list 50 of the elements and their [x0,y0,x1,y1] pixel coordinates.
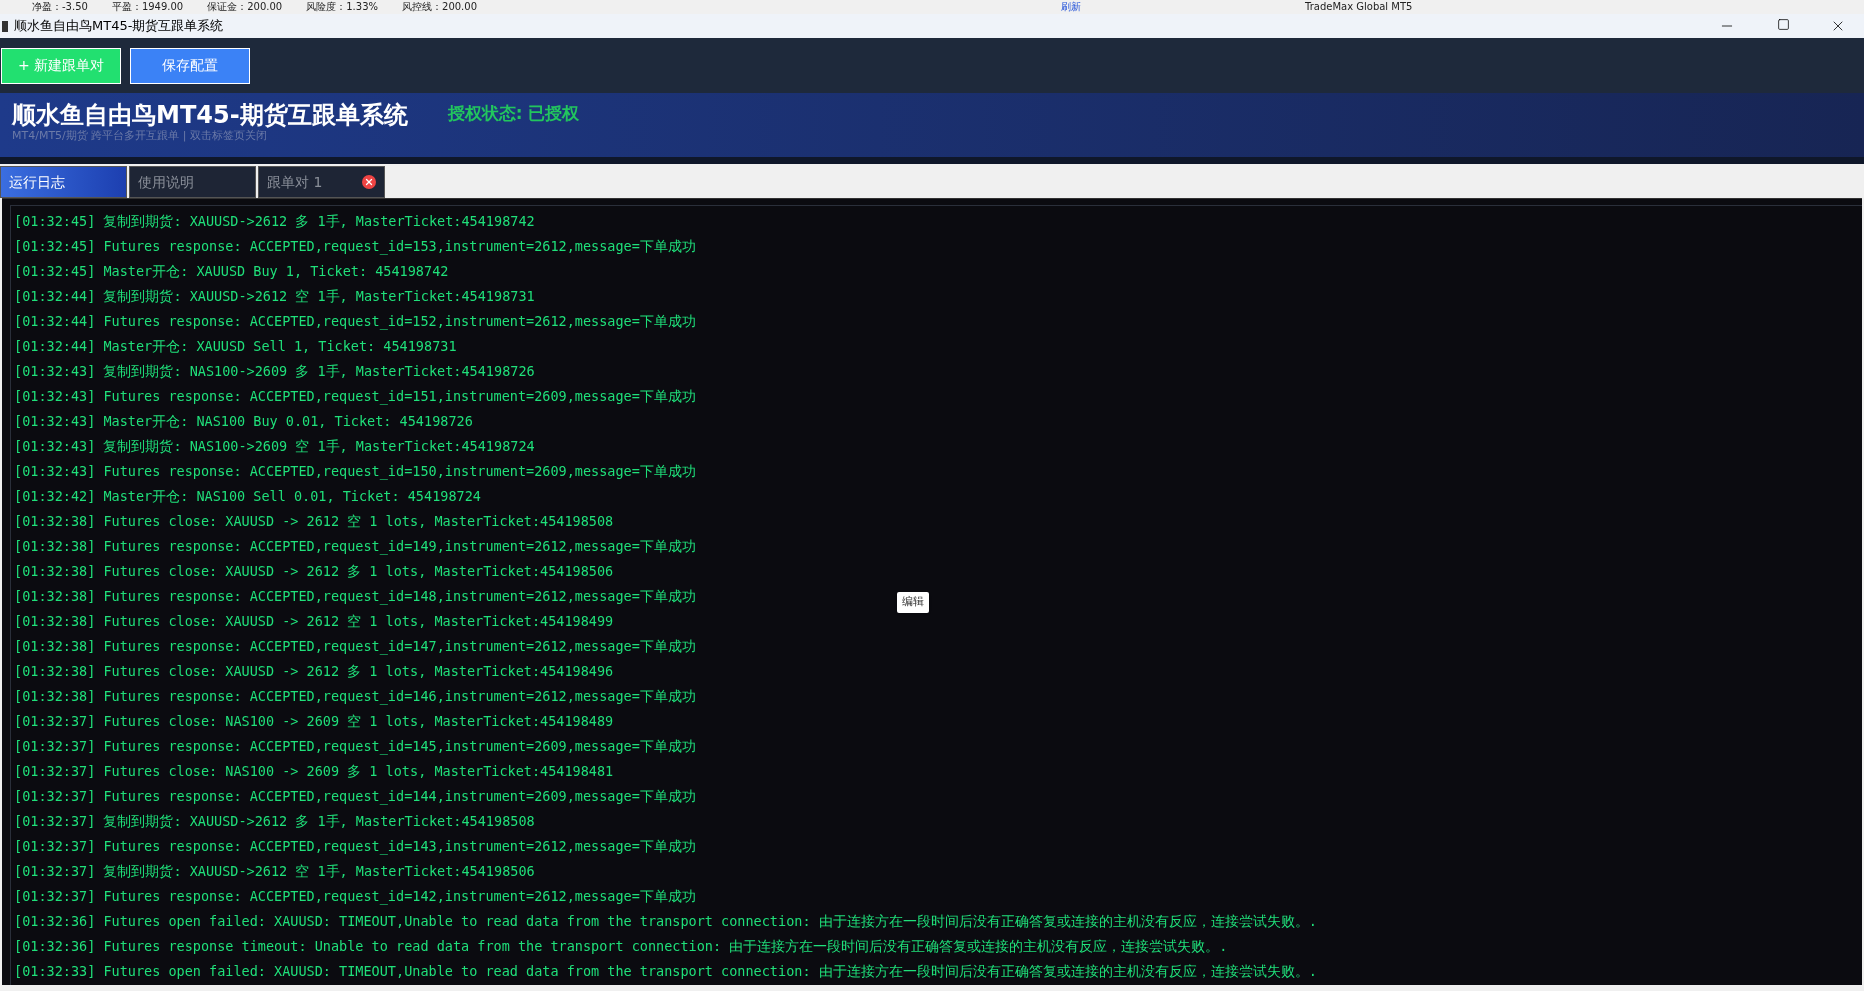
log-line: [01:32:38] Futures response: ACCEPTED,request_id=148,instrument=2612,message=下单成功 [14,587,696,607]
log-line: [01:32:33] Futures open failed: XAUUSD: TIMEOUT,Unable to read data from the transport connection: 由于连接方在一段时间后没有正确答复或连接的主机没有反应，连接尝试失败。. [14,962,1317,982]
banner-subtitle: MT4/MT5/期货 跨平台多开互跟单 | 双击标签页关闭 [12,129,269,143]
log-line: [01:32:37] Futures response: ACCEPTED,request_id=143,instrument=2612,message=下单成功 [14,837,696,857]
log-line: [01:32:37] Futures response: ACCEPTED,request_id=145,instrument=2609,message=下单成功 [14,737,696,757]
app-icon [2,20,8,32]
account-stat: 平盈：1949.00 [111,1,184,13]
log-line: [01:32:37] 复制到期货: XAUUSD->2612 空 1手, MasterTicket:454198506 [14,862,535,882]
log-line: [01:32:38] Futures response: ACCEPTED,request_id=146,instrument=2612,message=下单成功 [14,687,696,707]
log-line: [01:32:43] 复制到期货: NAS100->2609 多 1手, MasterTicket:454198726 [14,362,535,382]
log-line: [01:32:38] Futures close: XAUUSD -> 2612 空 1 lots, MasterTicket:454198508 [14,512,614,532]
log-line: [01:32:44] Master开仓: XAUUSD Sell 1, Ticket: 454198731 [14,337,457,357]
log-line: [01:32:44] 复制到期货: XAUUSD->2612 空 1手, MasterTicket:454198731 [14,287,535,307]
tooltip: 编辑 [897,592,929,613]
log-line: [01:32:36] Futures open failed: XAUUSD: TIMEOUT,Unable to read data from the transport connection: 由于连接方在一段时间后没有正确答复或连接的主机没有反应，连接尝试失败。. [14,912,1317,932]
log-line: [01:32:43] 复制到期货: NAS100->2609 空 1手, MasterTicket:454198724 [14,437,535,457]
log-line: [01:32:45] Futures response: ACCEPTED,request_id=153,instrument=2612,message=下单成功 [14,237,696,257]
log-line: [01:32:36] Futures response timeout: Unable to read data from the transport connection: 由于连接方在一段时间后没有正确答复或连接的主机没有反应，连接尝试失败。. [14,937,1228,957]
log-line: [01:32:45] 复制到期货: XAUUSD->2612 多 1手, MasterTicket:454198742 [14,212,535,232]
banner-title: 顺水鱼自由鸟MT45-期货互跟单系统 [12,101,408,129]
log-line: [01:32:43] Futures response: ACCEPTED,request_id=151,instrument=2609,message=下单成功 [14,387,696,407]
terminal-name: TradeMax Global MT5 [1305,1,1413,13]
account-stat: 保证金：200.00 [207,1,283,13]
log-line: [01:32:44] Futures response: ACCEPTED,request_id=152,instrument=2612,message=下单成功 [14,312,696,332]
account-stat: 风险度：1.33% [306,1,378,13]
log-line: [01:32:37] 复制到期货: XAUUSD->2612 多 1手, MasterTicket:454198508 [14,812,535,832]
account-stat: 净盈：-3.50 [32,1,88,13]
log-line: [01:32:38] Futures response: ACCEPTED,request_id=149,instrument=2612,message=下单成功 [14,537,696,557]
log-line: [01:32:43] Master开仓: NAS100 Buy 0.01, Ticket: 454198726 [14,412,473,432]
log-line: [01:32:38] Futures close: XAUUSD -> 2612 空 1 lots, MasterTicket:454198499 [14,612,614,632]
window-title: 顺水鱼自由鸟MT45-期货互跟单系统 [14,17,224,36]
log-line: [01:32:38] Futures close: XAUUSD -> 2612 多 1 lots, MasterTicket:454198506 [14,562,614,582]
maximize-icon[interactable] [1777,18,1790,31]
log-line: [01:32:38] Futures close: XAUUSD -> 2612 多 1 lots, MasterTicket:454198496 [14,662,614,682]
log-line: [01:32:43] Futures response: ACCEPTED,request_id=150,instrument=2609,message=下单成功 [14,462,696,482]
log-line: [01:32:38] Futures response: ACCEPTED,request_id=147,instrument=2612,message=下单成功 [14,637,696,657]
log-line: [01:32:37] Futures response: ACCEPTED,request_id=142,instrument=2612,message=下单成功 [14,887,696,907]
close-tab-icon[interactable] [362,175,376,189]
tab[interactable]: 跟单对 1 [258,166,385,198]
save-config-button[interactable]: 保存配置 [130,47,250,84]
log-line: [01:32:42] Master开仓: NAS100 Sell 0.01, Ticket: 454198724 [14,487,481,507]
account-stat: 风控线：200.00 [402,1,477,13]
log-line: [01:32:37] Futures response: ACCEPTED,request_id=144,instrument=2609,message=下单成功 [14,787,696,807]
tab[interactable]: 运行日志 [0,166,127,198]
license-status: 授权状态: 已授权 [447,102,580,125]
tab[interactable]: 使用说明 [129,166,256,198]
log-line: [01:32:37] Futures close: NAS100 -> 2609 多 1 lots, MasterTicket:454198481 [14,762,614,782]
log-line: [01:32:37] Futures close: NAS100 -> 2609 空 1 lots, MasterTicket:454198489 [14,712,614,732]
log-line: [01:32:45] Master开仓: XAUUSD Buy 1, Ticket: 454198742 [14,262,449,282]
refresh-link[interactable]: 刷新 [1061,1,1081,13]
